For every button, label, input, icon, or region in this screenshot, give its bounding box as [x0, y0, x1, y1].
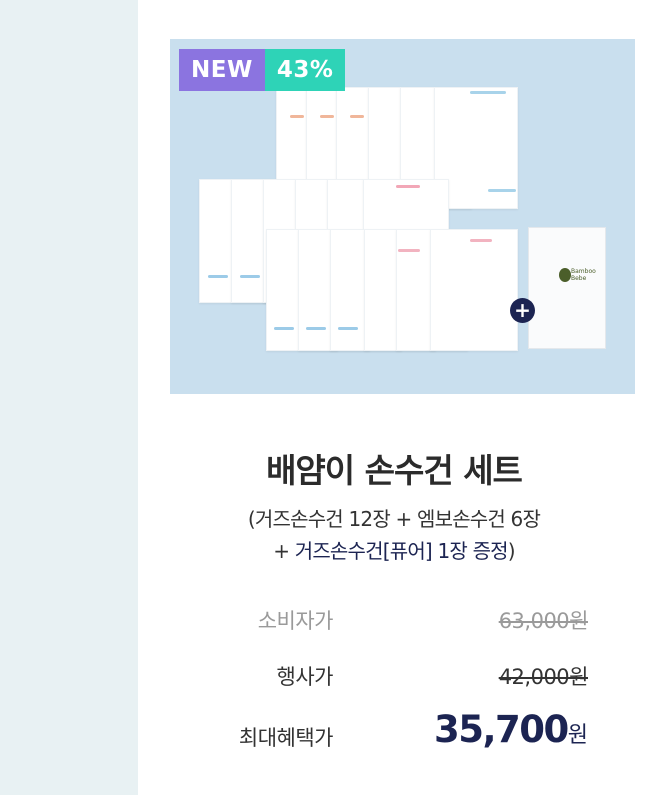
- description-suffix: ): [507, 539, 516, 563]
- plus-icon: +: [510, 298, 535, 323]
- max-benefit-label: 최대혜택가: [238, 726, 334, 750]
- wave-pattern: [274, 327, 294, 330]
- description-line-1: (거즈손수건 12장 + 엠보손수건 6장: [247, 507, 541, 531]
- wave-pattern: [306, 327, 326, 330]
- wave-pattern: [350, 115, 364, 118]
- max-benefit-price-row: 최대혜택가 35,700원: [198, 708, 588, 762]
- brand-logo-text: Bamboo Bebe: [571, 268, 596, 282]
- gift-highlight: 거즈손수건[퓨어] 1장 증정: [294, 539, 509, 563]
- event-price-value: 42,000원: [498, 665, 589, 689]
- wave-pattern: [488, 189, 516, 192]
- consumer-price-label: 소비자가: [257, 609, 334, 633]
- max-benefit-amount: 35,700: [433, 708, 569, 751]
- wave-pattern: [396, 185, 420, 188]
- wave-pattern: [398, 249, 420, 252]
- event-price-row: 행사가 42,000원: [198, 661, 589, 701]
- wave-pattern: [470, 239, 492, 242]
- wave-pattern: [290, 115, 304, 118]
- product-image[interactable]: Bamboo Bebe + NEW 43%: [170, 39, 635, 394]
- discount-badge: 43%: [264, 49, 346, 91]
- description-prefix: +: [273, 539, 295, 563]
- side-panel: [0, 0, 138, 795]
- wave-pattern: [320, 115, 334, 118]
- product-title[interactable]: 배얌이 손수건 세트: [138, 444, 650, 492]
- currency-unit: 원: [567, 723, 588, 748]
- gift-pack: Bamboo Bebe: [528, 227, 606, 349]
- product-description: (거즈손수건 12장 + 엠보손수건 6장 + 거즈손수건[퓨어] 1장 증정): [138, 503, 650, 567]
- event-price-label: 행사가: [276, 665, 334, 689]
- product-card[interactable]: Bamboo Bebe + NEW 43% 배얌이 손수건 세트 (거즈손수건 …: [138, 0, 650, 795]
- brand-logo-icon: [559, 268, 571, 282]
- product-pack: [430, 229, 518, 351]
- description-line-2: + 거즈손수건[퓨어] 1장 증정): [138, 535, 650, 567]
- consumer-price-value: 63,000원: [498, 609, 589, 633]
- max-benefit-value: 35,700원: [434, 708, 588, 751]
- wave-pattern: [240, 275, 260, 278]
- badge-group: NEW 43%: [179, 49, 346, 91]
- wave-pattern: [470, 91, 506, 94]
- new-badge: NEW: [179, 49, 265, 91]
- consumer-price-row: 소비자가 63,000원: [198, 605, 589, 645]
- wave-pattern: [338, 327, 358, 330]
- wave-pattern: [208, 275, 228, 278]
